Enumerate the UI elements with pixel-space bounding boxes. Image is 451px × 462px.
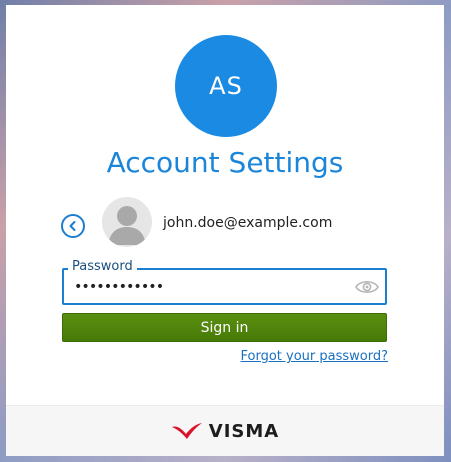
login-card: AS Account Settings john.doe@example.com… [6,5,444,456]
forgot-password-link[interactable]: Forgot your password? [240,349,388,364]
password-label: Password [68,259,137,274]
user-silhouette-icon [108,206,146,245]
eye-icon[interactable] [355,278,379,296]
password-input[interactable] [74,276,344,298]
brand-name: VISMA [208,420,280,442]
user-avatar [102,197,152,247]
chevron-left-icon [69,221,76,231]
account-initials: AS [209,72,243,100]
sign-in-button[interactable]: Sign in [62,313,387,342]
visma-swoosh-icon [171,423,202,439]
account-initials-avatar: AS [175,35,277,137]
visma-logo: VISMA [171,421,279,442]
page-title: Account Settings [106,146,344,179]
back-button[interactable] [61,214,85,238]
user-email: john.doe@example.com [163,215,333,231]
footer: VISMA [6,405,444,456]
